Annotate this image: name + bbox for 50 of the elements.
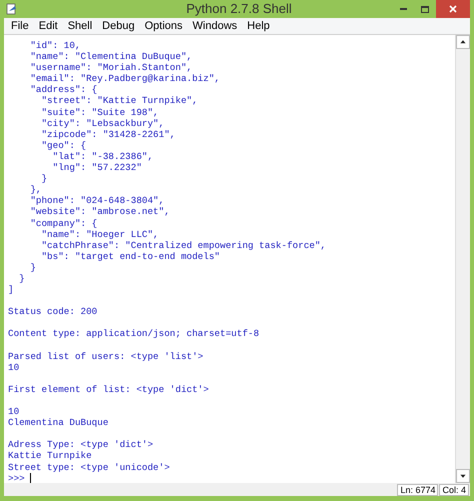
output-line: "name": "Clementina DuBuque",	[29, 51, 192, 62]
scrollbar[interactable]	[455, 35, 470, 483]
output-line: First element of list: <type 'dict'>	[8, 384, 209, 395]
menu-item[interactable]: Options	[140, 18, 188, 34]
output-line: Status code: 200	[8, 306, 98, 318]
close-icon[interactable]	[436, 0, 470, 18]
output-line: "id": 10,	[29, 40, 81, 52]
output-line: "city": "Lebsackbury",	[40, 118, 164, 129]
output-line: Parsed list of users: <type 'list'>	[8, 350, 204, 362]
output-line: Content type: application/json; charset=utf-8	[8, 328, 260, 340]
output-line: }	[18, 272, 25, 284]
window-title: Python 2.7.8 Shell	[185, 0, 293, 18]
output-line: "name": "Hoeger LLC",	[40, 228, 159, 240]
output-line: "website": "ambrose.net",	[29, 206, 170, 218]
menu-item[interactable]: Help	[242, 18, 275, 34]
output-line: "geo": {	[40, 140, 86, 151]
menu-item[interactable]: Windows	[188, 18, 242, 34]
status-field: Col: 4	[439, 484, 469, 496]
output-line: },	[29, 184, 42, 196]
status-field: Ln: 6774	[397, 484, 438, 496]
menu-item[interactable]: Shell	[62, 18, 98, 34]
output-line: Clementina DuBuque	[8, 417, 108, 428]
scroll-up-icon[interactable]	[456, 35, 470, 49]
output-line: "street": "Kattie Turnpike",	[40, 95, 198, 107]
output-line: 10	[8, 362, 20, 373]
scroll-down-icon[interactable]	[456, 469, 470, 483]
prompt: >>>	[8, 472, 25, 483]
output-line: "lng": "57.2232"	[52, 162, 142, 174]
output-line: Adress Type: <type 'dict'>	[8, 439, 154, 450]
menu-item[interactable]: Debug	[97, 18, 140, 34]
output-line: "email": "Rey.Padberg@karina.biz",	[29, 73, 220, 84]
output-line: Kattie Turnpike	[8, 450, 92, 462]
output-line: "lat": "-38.2386",	[52, 150, 154, 162]
output-line: "address": {	[29, 84, 98, 96]
menu-item[interactable]: File	[6, 18, 34, 34]
output-line: "company": {	[29, 218, 98, 229]
text-cursor	[30, 473, 31, 483]
output-line: 10	[8, 406, 20, 418]
output-line: Street type: <type 'unicode'>	[8, 462, 170, 473]
output-line: "username": "Moriah.Stanton",	[29, 62, 192, 74]
output-line: }	[40, 173, 48, 184]
app-icon[interactable]	[6, 3, 18, 15]
menu-item[interactable]: Edit	[34, 18, 63, 34]
output-line: "bs": "target end-to-end models"	[40, 250, 220, 262]
output-line: }	[29, 262, 36, 273]
output-line: "zipcode": "31428-2261",	[40, 128, 176, 140]
output-line: "suite": "Suite 198",	[40, 106, 159, 118]
output-line: "phone": "024-648-3804",	[29, 195, 164, 206]
output-line: "catchPhrase": "Centralized empowering task-force",	[40, 240, 326, 251]
output-line: ]	[8, 284, 14, 296]
